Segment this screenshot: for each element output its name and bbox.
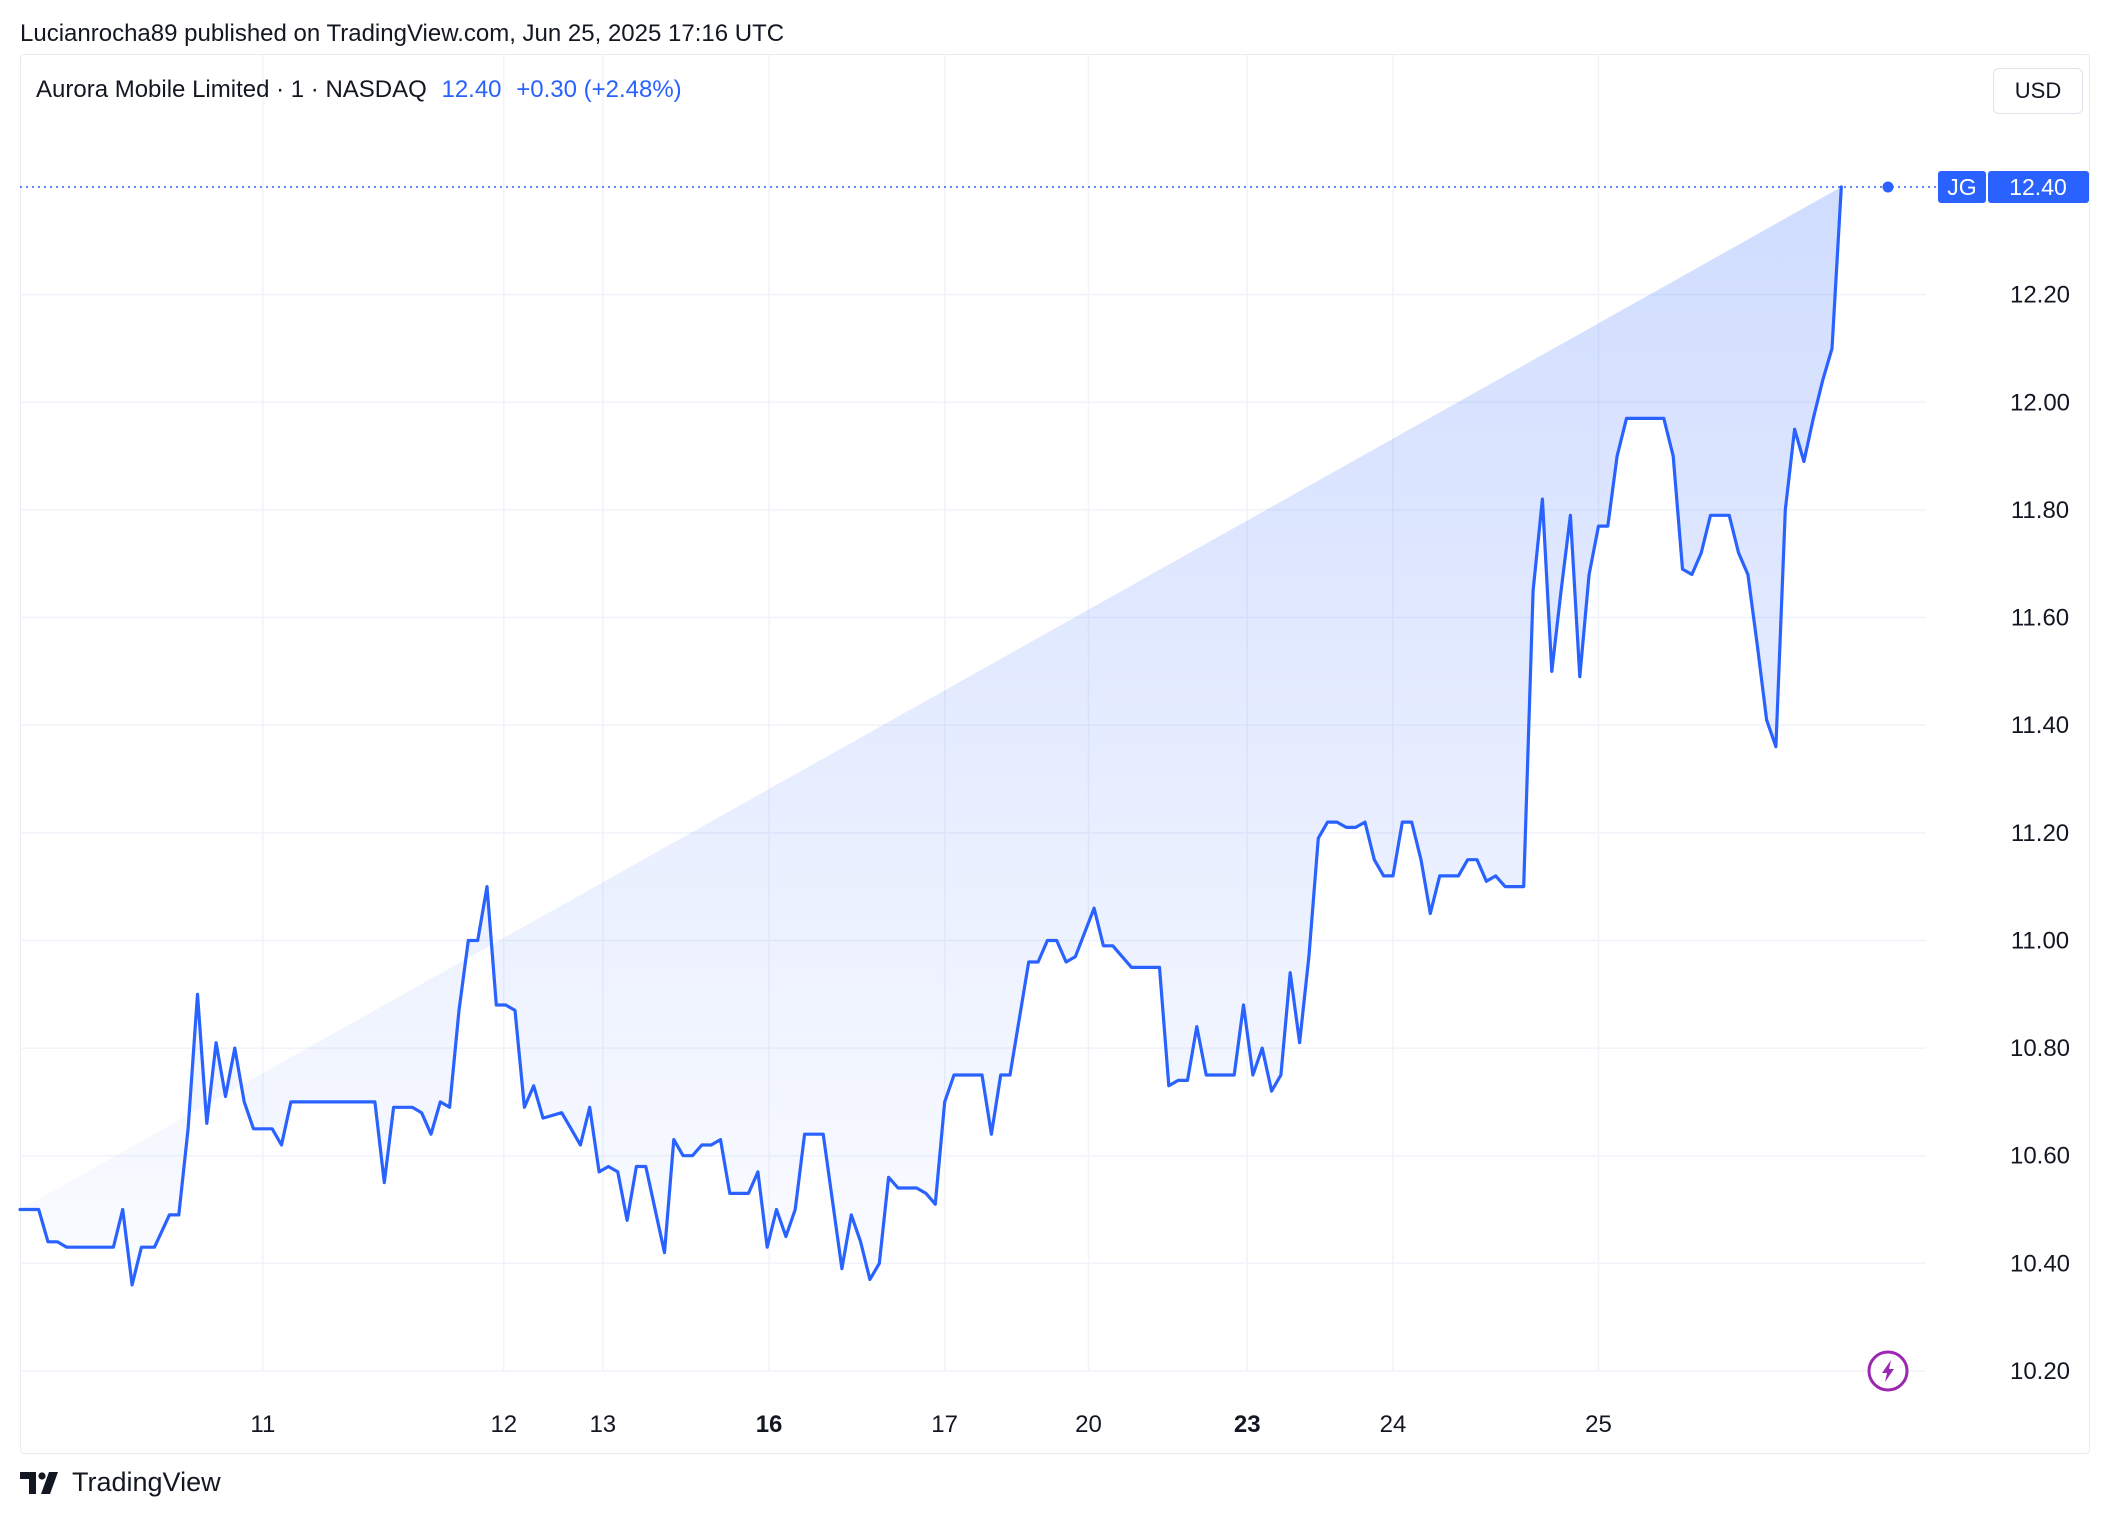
x-tick-label: 20	[1075, 1411, 1102, 1438]
y-tick-label: 11.00	[2011, 927, 2069, 954]
x-tick-label: 17	[931, 1411, 958, 1438]
y-tick-label: 12.00	[2010, 389, 2070, 416]
footer-brand[interactable]: TradingView	[20, 1467, 221, 1498]
area-series	[18, 185, 1843, 1287]
x-tick-label: 11	[250, 1411, 275, 1438]
legend-price: 12.40	[441, 76, 502, 103]
x-tick-label: 13	[589, 1411, 616, 1438]
currency-button[interactable]: USD	[1993, 68, 2083, 114]
y-tick-label: 11.40	[2011, 712, 2069, 739]
x-tick-label: 24	[1380, 1411, 1407, 1438]
ticker-tag-text: JG	[1947, 174, 1976, 200]
tradingview-logo-icon	[20, 1471, 58, 1494]
y-tick-label: 11.20	[2011, 820, 2069, 847]
chart-legend: Aurora Mobile Limited · 1 · NASDAQ 12.40…	[36, 76, 682, 104]
area-fill	[20, 187, 1842, 1285]
y-tick-label: 10.60	[2010, 1143, 2070, 1170]
y-tick-label: 10.80	[2010, 1035, 2070, 1062]
lightning-icon	[1867, 1350, 1909, 1392]
x-tick-label: 16	[756, 1411, 783, 1438]
y-tick-label: 10.40	[2010, 1250, 2070, 1277]
price-tag-text: 12.40	[2009, 174, 2067, 200]
price-chart[interactable]: 10.20 10.40 10.60 10.80 11.00 11.20 11.40 11.60…	[0, 0, 2108, 1518]
legend-change: +0.30 (+2.48%)	[516, 76, 682, 103]
y-tick-label: 11.60	[2011, 605, 2069, 632]
x-tick-label: 12	[490, 1411, 517, 1438]
y-tick-label: 12.20	[2010, 282, 2070, 309]
symbol-title: Aurora Mobile Limited · 1 · NASDAQ	[36, 76, 427, 103]
y-tick-label: 10.20	[2010, 1358, 2070, 1385]
tradingview-brand-text: TradingView	[72, 1467, 221, 1497]
y-tick-label: 11.80	[2011, 497, 2069, 524]
x-tick-label: 23	[1234, 1411, 1261, 1438]
last-price-point	[1882, 181, 1894, 193]
x-tick-label: 25	[1585, 1411, 1612, 1438]
